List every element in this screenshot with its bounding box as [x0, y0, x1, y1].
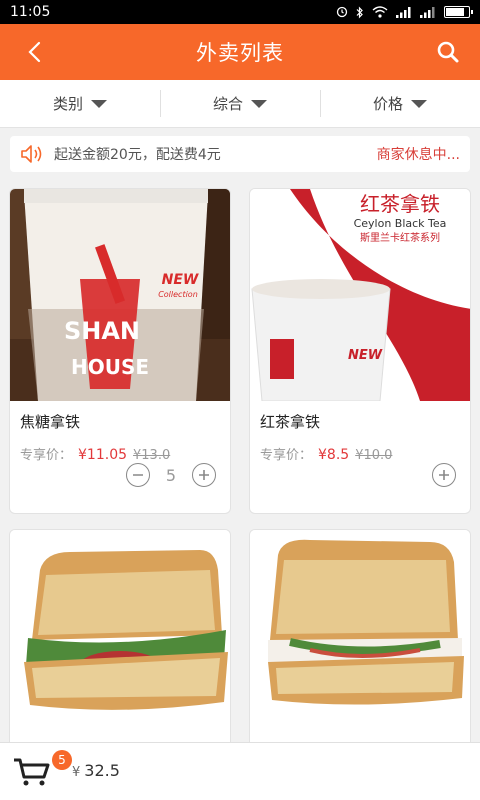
product-price: ¥11.05 — [78, 447, 128, 463]
quantity-stepper — [432, 463, 456, 487]
shopping-cart-icon — [14, 758, 50, 786]
filter-category[interactable]: 类别 — [0, 80, 160, 127]
wifi-icon — [372, 6, 388, 18]
product-card[interactable] — [249, 529, 471, 759]
notice-text: 起送金额20元，配送费4元 — [54, 147, 221, 163]
svg-text:HOUSE: HOUSE — [71, 355, 149, 379]
product-image — [10, 530, 230, 742]
plus-icon — [199, 470, 209, 480]
product-name: 焦糖拿铁 — [20, 413, 81, 431]
cart-button[interactable]: 5 — [12, 750, 72, 789]
search-button[interactable] — [432, 36, 464, 68]
quantity-value: 5 — [165, 465, 177, 485]
search-icon — [437, 41, 459, 63]
svg-text:Ceylon Black Tea: Ceylon Black Tea — [354, 217, 447, 230]
currency-symbol: ¥ — [72, 765, 81, 780]
back-button[interactable] — [18, 36, 50, 68]
svg-text:红茶拿铁: 红茶拿铁 — [360, 192, 440, 216]
filter-label: 综合 — [212, 95, 243, 113]
cart-bar: 5 ¥32.5 — [0, 742, 480, 800]
product-price: ¥8.5 — [318, 447, 350, 463]
svg-text:Collection: Collection — [158, 290, 198, 299]
plus-icon — [439, 470, 449, 480]
product-image: SHAN HOUSE NEW Collection — [10, 189, 230, 401]
filter-label: 价格 — [372, 95, 403, 113]
filter-overall[interactable]: 综合 — [160, 80, 320, 127]
minus-icon — [133, 474, 143, 476]
caret-down-icon — [91, 99, 107, 108]
caret-down-icon — [251, 99, 267, 108]
price-label: 专享价： — [260, 448, 313, 463]
cart-total-value: 32.5 — [84, 761, 120, 780]
signal-icon — [396, 7, 411, 18]
chevron-left-icon — [28, 41, 41, 63]
product-card[interactable]: 红茶拿铁 Ceylon Black Tea 斯里兰卡红茶系列 NEW 红茶拿铁 … — [249, 188, 471, 514]
original-price: ¥10.0 — [355, 448, 393, 463]
cart-total: ¥32.5 — [72, 761, 120, 780]
plus-button[interactable] — [192, 463, 216, 487]
alarm-icon — [336, 6, 348, 18]
svg-text:SHAN: SHAN — [64, 317, 140, 345]
price-row: 专享价： ¥8.5 ¥10.0 — [260, 444, 470, 463]
product-card[interactable]: SHAN HOUSE NEW Collection 焦糖拿铁 专享价： ¥11.… — [9, 188, 231, 514]
svg-text:斯里兰卡红茶系列: 斯里兰卡红茶系列 — [360, 231, 440, 244]
original-price: ¥13.0 — [133, 448, 171, 463]
quantity-stepper: 5 — [126, 463, 216, 487]
status-icons — [336, 6, 473, 19]
plus-button[interactable] — [432, 463, 456, 487]
filter-price[interactable]: 价格 — [320, 80, 480, 127]
status-bar: 11:05 — [0, 0, 480, 24]
product-image — [250, 530, 470, 742]
filter-bar: 类别 综合 价格 — [0, 80, 480, 128]
product-card[interactable] — [9, 529, 231, 759]
svg-text:NEW: NEW — [162, 272, 199, 288]
price-label: 专享价： — [20, 448, 73, 463]
product-image: 红茶拿铁 Ceylon Black Tea 斯里兰卡红茶系列 NEW — [250, 189, 470, 401]
speaker-icon — [20, 142, 48, 166]
cart-badge: 5 — [52, 750, 72, 770]
caret-down-icon — [411, 99, 427, 108]
status-time: 11:05 — [10, 4, 51, 20]
app-bar: 外卖列表 — [0, 24, 480, 80]
signal-icon-2 — [420, 7, 435, 18]
filter-label: 类别 — [52, 95, 83, 113]
notice-bar: 起送金额20元，配送费4元 商家休息中... — [10, 136, 470, 172]
bluetooth-icon — [356, 6, 363, 18]
page-title: 外卖列表 — [196, 41, 284, 65]
product-name: 红茶拿铁 — [260, 413, 321, 431]
svg-text:NEW: NEW — [348, 348, 383, 363]
price-row: 专享价： ¥11.05 ¥13.0 — [20, 444, 230, 463]
shop-status: 商家休息中... — [376, 147, 460, 163]
battery-icon — [444, 6, 473, 18]
minus-button[interactable] — [126, 463, 150, 487]
